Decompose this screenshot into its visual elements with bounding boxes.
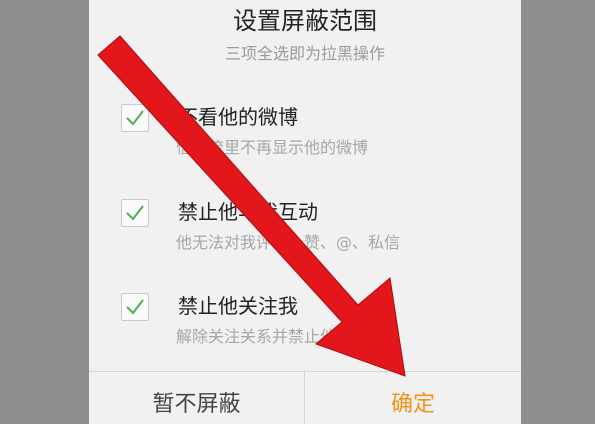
option-label: 不看他的微博 — [178, 105, 298, 129]
confirm-button[interactable]: 确定 — [305, 372, 521, 424]
dialog-title: 设置屏蔽范围 — [233, 7, 377, 35]
option-hide-weibo[interactable]: 不看他的微博 信息流里不再显示他的微博 — [119, 101, 509, 161]
option-description: 解除关注关系并禁止他关注我 — [176, 327, 385, 346]
cancel-button[interactable]: 暂不屏蔽 — [89, 372, 305, 424]
option-checkbox[interactable] — [121, 104, 149, 132]
dialog-subtitle: 三项全选即为拉黑操作 — [224, 44, 385, 63]
checkmark-icon — [126, 110, 144, 126]
checkmark-icon — [126, 299, 144, 315]
option-label: 禁止他与我互动 — [178, 200, 318, 224]
option-label: 禁止他关注我 — [178, 294, 298, 318]
option-checkbox[interactable] — [121, 199, 149, 227]
option-description: 他无法对我评论、赞、@、私信 — [176, 233, 401, 252]
option-checkbox[interactable] — [121, 293, 149, 321]
option-description: 信息流里不再显示他的微博 — [176, 138, 369, 157]
option-block-follow[interactable]: 禁止他关注我 解除关注关系并禁止他关注我 — [119, 290, 509, 350]
checkmark-icon — [126, 205, 144, 221]
block-settings-dialog: 设置屏蔽范围 三项全选即为拉黑操作 不看他的微博 信息流里不再显示他的微博 禁止… — [89, 0, 521, 424]
dialog-footer: 暂不屏蔽 确定 — [89, 371, 521, 424]
option-block-interaction[interactable]: 禁止他与我互动 他无法对我评论、赞、@、私信 — [119, 196, 509, 256]
